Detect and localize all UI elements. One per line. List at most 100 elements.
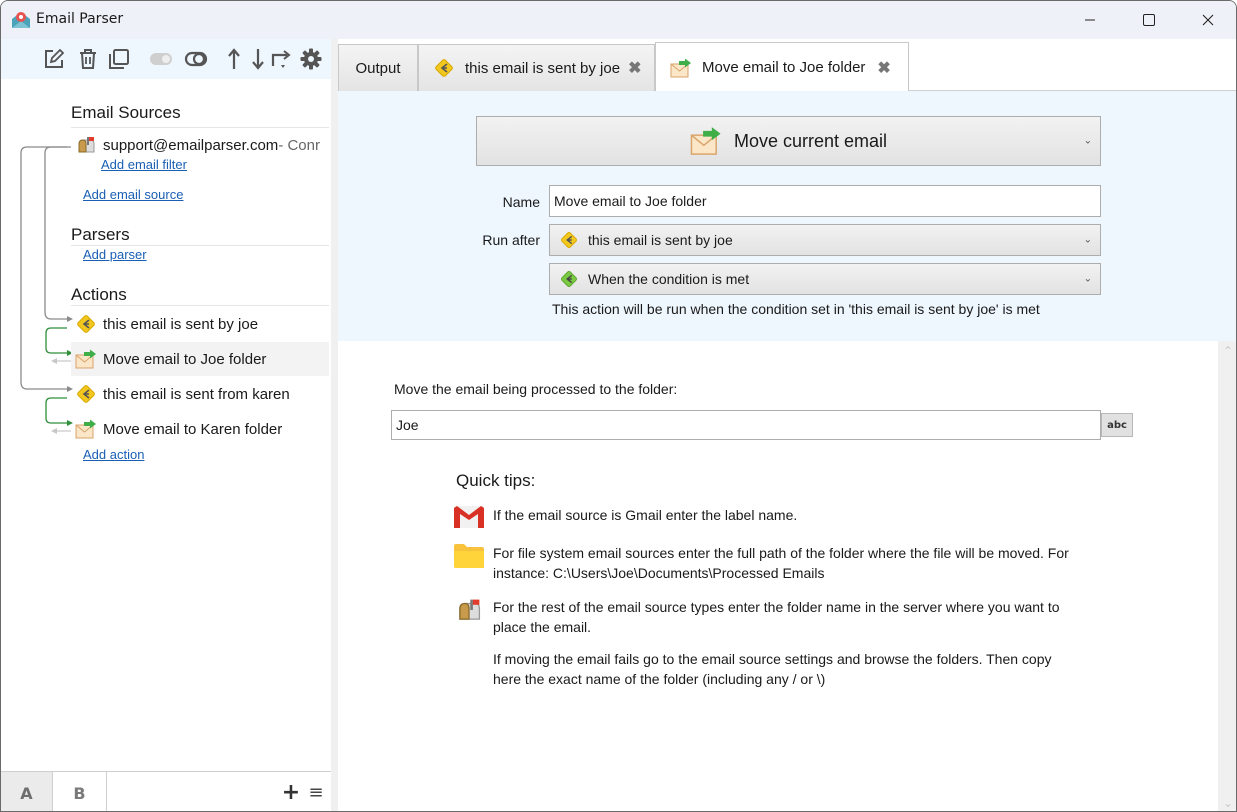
toggle-enabled-button[interactable]: [149, 47, 173, 71]
action-label: this email is sent by joe: [103, 315, 259, 333]
section-divider: [71, 305, 329, 306]
gmail-icon: [452, 505, 486, 535]
condition-icon: [561, 232, 577, 248]
run-after-value: this email is sent by joe: [588, 232, 733, 248]
run-after-label: Run after: [482, 232, 540, 248]
tip-troubleshooting: If moving the email fails go to the emai…: [452, 649, 1072, 689]
tab-output[interactable]: Output: [338, 44, 418, 91]
chevron-down-icon: ⌄: [1083, 135, 1092, 147]
tab-menu-button[interactable]: ≡: [305, 780, 327, 804]
flow-connector-lines: [20, 146, 73, 434]
panel-splitter[interactable]: [331, 39, 338, 811]
mailbox-icon: [452, 597, 486, 627]
maximize-button[interactable]: [1120, 1, 1178, 39]
quick-tips-heading: Quick tips:: [456, 471, 536, 490]
tip-spacer: [452, 649, 486, 679]
sidebar-toolbar: [1, 39, 331, 79]
move-email-icon: [75, 418, 97, 440]
condition-dropdown[interactable]: When the condition is met ⌄: [549, 263, 1101, 295]
tab-condition-joe[interactable]: this email is sent by joe ✖: [418, 44, 655, 91]
trash-icon: [80, 49, 96, 69]
move-email-icon: [75, 348, 97, 370]
tip-gmail: If the email source is Gmail enter the l…: [452, 505, 1072, 535]
add-email-source-link[interactable]: Add email source: [83, 187, 183, 202]
move-down-button[interactable]: [246, 47, 270, 71]
move-email-icon: [670, 57, 692, 79]
settings-button[interactable]: [299, 47, 323, 71]
add-action-link[interactable]: Add action: [83, 447, 144, 462]
tab-move-joe[interactable]: Move email to Joe folder ✖: [655, 42, 909, 92]
move-email-icon: [690, 127, 721, 155]
tip-text: If the email source is Gmail enter the l…: [493, 507, 798, 523]
move-up-button[interactable]: [222, 47, 246, 71]
tab-close-icon[interactable]: ✖: [877, 58, 890, 78]
condition-icon: [75, 313, 97, 335]
main-panel: Output this email is sent by joe ✖ Move …: [338, 39, 1236, 811]
tab-label: this email is sent by joe: [465, 59, 621, 77]
action-label: Move email to Karen folder: [103, 420, 283, 438]
tab-label: Output: [355, 59, 401, 77]
run-after-dropdown[interactable]: this email is sent by joe ⌄: [549, 224, 1101, 256]
name-label: Name: [502, 194, 540, 210]
action-item-condition-karen[interactable]: this email is sent from karen: [71, 377, 329, 411]
toggle-link-button[interactable]: [184, 47, 208, 71]
abc-button[interactable]: abc: [1101, 413, 1133, 437]
close-button[interactable]: [1179, 1, 1236, 39]
arrow-down-icon: [252, 49, 264, 70]
action-type-dropdown[interactable]: Move current email ⌄: [476, 116, 1101, 166]
tab-close-icon[interactable]: ✖: [628, 58, 641, 78]
condition-met-icon: [561, 271, 577, 287]
run-condition-helper-text: This action will be run when the conditi…: [552, 301, 1040, 317]
minimize-icon: [1085, 19, 1095, 21]
tip-text: For the rest of the email source types e…: [493, 599, 1060, 635]
mailbox-icon: [75, 134, 97, 156]
action-type-label: Move current email: [733, 130, 888, 151]
action-label: this email is sent from karen: [103, 385, 290, 403]
minimize-button[interactable]: [1061, 1, 1119, 39]
folder-input[interactable]: Joe: [391, 410, 1101, 440]
duplicate-button[interactable]: [107, 47, 131, 71]
condition-icon: [75, 383, 97, 405]
scroll-down-icon[interactable]: ⌄: [1218, 793, 1236, 811]
vertical-scrollbar[interactable]: ⌃ ⌄: [1218, 341, 1236, 811]
email-source-label: support@emailparser.com: [103, 136, 279, 154]
tip-text: For file system email sources enter the …: [493, 545, 1069, 581]
action-item-condition-joe[interactable]: this email is sent by joe: [71, 307, 329, 341]
chevron-down-icon: ⌄: [1083, 273, 1092, 285]
add-tab-button[interactable]: +: [281, 780, 301, 805]
tip-file-system: For file system email sources enter the …: [452, 543, 1072, 583]
redirect-button[interactable]: [269, 47, 293, 71]
tab-strip: Output this email is sent by joe ✖ Move …: [338, 39, 1236, 92]
title-bar: Email Parser: [1, 1, 1236, 39]
gear-icon: [300, 48, 322, 70]
app-window: Email Parser Email Sources support@email…: [0, 0, 1237, 812]
folder-label: Move the email being processed to the fo…: [394, 381, 678, 397]
window-title: Email Parser: [36, 11, 124, 27]
tip-other-sources: For the rest of the email source types e…: [452, 597, 1072, 637]
action-settings-panel: Move current email ⌄ Name Move email to …: [338, 91, 1236, 341]
action-item-move-karen[interactable]: Move email to Karen folder: [71, 412, 329, 446]
bottom-tab-a[interactable]: A: [1, 772, 53, 811]
bottom-tab-b[interactable]: B: [53, 772, 107, 811]
folder-icon: [452, 543, 486, 573]
link-toggle-icon: [184, 51, 208, 67]
parsers-heading: Parsers: [71, 225, 130, 244]
tip-text: If moving the email fails go to the emai…: [493, 651, 1052, 687]
app-logo-icon: [11, 10, 31, 30]
section-divider: [71, 245, 329, 246]
bottom-tab-bar: A B + ≡: [1, 771, 331, 811]
copy-icon: [109, 49, 129, 69]
delete-button[interactable]: [76, 47, 100, 71]
add-parser-link[interactable]: Add parser: [83, 247, 147, 262]
edit-button[interactable]: [42, 47, 66, 71]
scroll-up-icon[interactable]: ⌃: [1218, 341, 1236, 361]
close-icon: [1202, 14, 1214, 26]
actions-heading: Actions: [71, 285, 127, 304]
action-item-move-joe[interactable]: Move email to Joe folder: [71, 342, 329, 376]
action-content: Move the email being processed to the fo…: [338, 341, 1218, 811]
edit-icon: [45, 48, 65, 68]
redirect-icon: [271, 50, 291, 68]
name-input[interactable]: Move email to Joe folder: [549, 185, 1101, 217]
condition-icon: [433, 57, 455, 79]
add-email-filter-link[interactable]: Add email filter: [101, 157, 187, 172]
